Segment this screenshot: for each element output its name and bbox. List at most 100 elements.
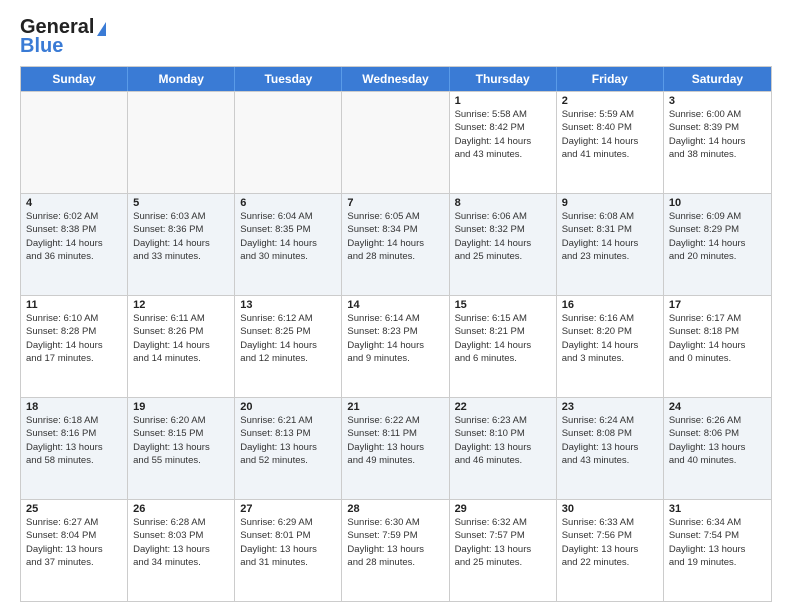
calendar: SundayMondayTuesdayWednesdayThursdayFrid…: [20, 66, 772, 602]
calendar-cell-2: 2Sunrise: 5:59 AM Sunset: 8:40 PM Daylig…: [557, 92, 664, 193]
day-number: 23: [562, 401, 658, 413]
calendar-cell-8: 8Sunrise: 6:06 AM Sunset: 8:32 PM Daylig…: [450, 194, 557, 295]
cell-info: Sunrise: 6:20 AM Sunset: 8:15 PM Dayligh…: [133, 414, 229, 467]
calendar-row-4: 25Sunrise: 6:27 AM Sunset: 8:04 PM Dayli…: [21, 499, 771, 601]
cell-info: Sunrise: 6:02 AM Sunset: 8:38 PM Dayligh…: [26, 210, 122, 263]
cell-info: Sunrise: 6:03 AM Sunset: 8:36 PM Dayligh…: [133, 210, 229, 263]
calendar-cell-25: 25Sunrise: 6:27 AM Sunset: 8:04 PM Dayli…: [21, 500, 128, 601]
calendar-cell-24: 24Sunrise: 6:26 AM Sunset: 8:06 PM Dayli…: [664, 398, 771, 499]
cell-info: Sunrise: 6:21 AM Sunset: 8:13 PM Dayligh…: [240, 414, 336, 467]
cell-info: Sunrise: 6:14 AM Sunset: 8:23 PM Dayligh…: [347, 312, 443, 365]
day-number: 18: [26, 401, 122, 413]
cell-info: Sunrise: 6:06 AM Sunset: 8:32 PM Dayligh…: [455, 210, 551, 263]
calendar-cell-empty: [128, 92, 235, 193]
calendar-cell-1: 1Sunrise: 5:58 AM Sunset: 8:42 PM Daylig…: [450, 92, 557, 193]
cell-info: Sunrise: 5:59 AM Sunset: 8:40 PM Dayligh…: [562, 108, 658, 161]
calendar-row-3: 18Sunrise: 6:18 AM Sunset: 8:16 PM Dayli…: [21, 397, 771, 499]
calendar-cell-empty: [235, 92, 342, 193]
cell-info: Sunrise: 6:08 AM Sunset: 8:31 PM Dayligh…: [562, 210, 658, 263]
calendar-cell-30: 30Sunrise: 6:33 AM Sunset: 7:56 PM Dayli…: [557, 500, 664, 601]
weekday-header-monday: Monday: [128, 67, 235, 91]
cell-info: Sunrise: 6:29 AM Sunset: 8:01 PM Dayligh…: [240, 516, 336, 569]
day-number: 14: [347, 299, 443, 311]
day-number: 28: [347, 503, 443, 515]
day-number: 20: [240, 401, 336, 413]
logo: General Blue: [20, 16, 106, 58]
cell-info: Sunrise: 6:04 AM Sunset: 8:35 PM Dayligh…: [240, 210, 336, 263]
calendar-cell-27: 27Sunrise: 6:29 AM Sunset: 8:01 PM Dayli…: [235, 500, 342, 601]
cell-info: Sunrise: 6:05 AM Sunset: 8:34 PM Dayligh…: [347, 210, 443, 263]
calendar-row-0: 1Sunrise: 5:58 AM Sunset: 8:42 PM Daylig…: [21, 91, 771, 193]
cell-info: Sunrise: 6:27 AM Sunset: 8:04 PM Dayligh…: [26, 516, 122, 569]
calendar-cell-31: 31Sunrise: 6:34 AM Sunset: 7:54 PM Dayli…: [664, 500, 771, 601]
calendar-cell-5: 5Sunrise: 6:03 AM Sunset: 8:36 PM Daylig…: [128, 194, 235, 295]
day-number: 27: [240, 503, 336, 515]
calendar-cell-6: 6Sunrise: 6:04 AM Sunset: 8:35 PM Daylig…: [235, 194, 342, 295]
cell-info: Sunrise: 6:26 AM Sunset: 8:06 PM Dayligh…: [669, 414, 766, 467]
day-number: 3: [669, 95, 766, 107]
day-number: 17: [669, 299, 766, 311]
header: General Blue: [20, 16, 772, 58]
calendar-cell-15: 15Sunrise: 6:15 AM Sunset: 8:21 PM Dayli…: [450, 296, 557, 397]
cell-info: Sunrise: 6:16 AM Sunset: 8:20 PM Dayligh…: [562, 312, 658, 365]
calendar-row-1: 4Sunrise: 6:02 AM Sunset: 8:38 PM Daylig…: [21, 193, 771, 295]
cell-info: Sunrise: 6:11 AM Sunset: 8:26 PM Dayligh…: [133, 312, 229, 365]
cell-info: Sunrise: 6:33 AM Sunset: 7:56 PM Dayligh…: [562, 516, 658, 569]
day-number: 4: [26, 197, 122, 209]
calendar-cell-11: 11Sunrise: 6:10 AM Sunset: 8:28 PM Dayli…: [21, 296, 128, 397]
calendar-cell-29: 29Sunrise: 6:32 AM Sunset: 7:57 PM Dayli…: [450, 500, 557, 601]
calendar-cell-17: 17Sunrise: 6:17 AM Sunset: 8:18 PM Dayli…: [664, 296, 771, 397]
cell-info: Sunrise: 6:32 AM Sunset: 7:57 PM Dayligh…: [455, 516, 551, 569]
page: General Blue SundayMondayTuesdayWednesda…: [0, 0, 792, 612]
weekday-header-tuesday: Tuesday: [235, 67, 342, 91]
calendar-row-2: 11Sunrise: 6:10 AM Sunset: 8:28 PM Dayli…: [21, 295, 771, 397]
day-number: 31: [669, 503, 766, 515]
calendar-cell-23: 23Sunrise: 6:24 AM Sunset: 8:08 PM Dayli…: [557, 398, 664, 499]
calendar-cell-28: 28Sunrise: 6:30 AM Sunset: 7:59 PM Dayli…: [342, 500, 449, 601]
day-number: 24: [669, 401, 766, 413]
day-number: 2: [562, 95, 658, 107]
cell-info: Sunrise: 6:18 AM Sunset: 8:16 PM Dayligh…: [26, 414, 122, 467]
day-number: 26: [133, 503, 229, 515]
cell-info: Sunrise: 6:12 AM Sunset: 8:25 PM Dayligh…: [240, 312, 336, 365]
cell-info: Sunrise: 6:09 AM Sunset: 8:29 PM Dayligh…: [669, 210, 766, 263]
cell-info: Sunrise: 6:30 AM Sunset: 7:59 PM Dayligh…: [347, 516, 443, 569]
weekday-header-thursday: Thursday: [450, 67, 557, 91]
calendar-cell-10: 10Sunrise: 6:09 AM Sunset: 8:29 PM Dayli…: [664, 194, 771, 295]
day-number: 29: [455, 503, 551, 515]
day-number: 7: [347, 197, 443, 209]
day-number: 15: [455, 299, 551, 311]
day-number: 21: [347, 401, 443, 413]
calendar-cell-13: 13Sunrise: 6:12 AM Sunset: 8:25 PM Dayli…: [235, 296, 342, 397]
day-number: 19: [133, 401, 229, 413]
calendar-cell-20: 20Sunrise: 6:21 AM Sunset: 8:13 PM Dayli…: [235, 398, 342, 499]
calendar-header: SundayMondayTuesdayWednesdayThursdayFrid…: [21, 67, 771, 91]
weekday-header-friday: Friday: [557, 67, 664, 91]
cell-info: Sunrise: 5:58 AM Sunset: 8:42 PM Dayligh…: [455, 108, 551, 161]
day-number: 10: [669, 197, 766, 209]
day-number: 30: [562, 503, 658, 515]
cell-info: Sunrise: 6:15 AM Sunset: 8:21 PM Dayligh…: [455, 312, 551, 365]
cell-info: Sunrise: 6:23 AM Sunset: 8:10 PM Dayligh…: [455, 414, 551, 467]
calendar-cell-16: 16Sunrise: 6:16 AM Sunset: 8:20 PM Dayli…: [557, 296, 664, 397]
day-number: 5: [133, 197, 229, 209]
cell-info: Sunrise: 6:17 AM Sunset: 8:18 PM Dayligh…: [669, 312, 766, 365]
calendar-cell-18: 18Sunrise: 6:18 AM Sunset: 8:16 PM Dayli…: [21, 398, 128, 499]
day-number: 11: [26, 299, 122, 311]
day-number: 22: [455, 401, 551, 413]
calendar-cell-empty: [21, 92, 128, 193]
calendar-cell-14: 14Sunrise: 6:14 AM Sunset: 8:23 PM Dayli…: [342, 296, 449, 397]
weekday-header-sunday: Sunday: [21, 67, 128, 91]
cell-info: Sunrise: 6:24 AM Sunset: 8:08 PM Dayligh…: [562, 414, 658, 467]
day-number: 1: [455, 95, 551, 107]
calendar-cell-9: 9Sunrise: 6:08 AM Sunset: 8:31 PM Daylig…: [557, 194, 664, 295]
calendar-cell-21: 21Sunrise: 6:22 AM Sunset: 8:11 PM Dayli…: [342, 398, 449, 499]
calendar-cell-7: 7Sunrise: 6:05 AM Sunset: 8:34 PM Daylig…: [342, 194, 449, 295]
calendar-cell-empty: [342, 92, 449, 193]
logo-triangle-icon: [97, 22, 106, 36]
day-number: 8: [455, 197, 551, 209]
logo-blue: Blue: [20, 35, 63, 58]
day-number: 13: [240, 299, 336, 311]
cell-info: Sunrise: 6:22 AM Sunset: 8:11 PM Dayligh…: [347, 414, 443, 467]
cell-info: Sunrise: 6:28 AM Sunset: 8:03 PM Dayligh…: [133, 516, 229, 569]
